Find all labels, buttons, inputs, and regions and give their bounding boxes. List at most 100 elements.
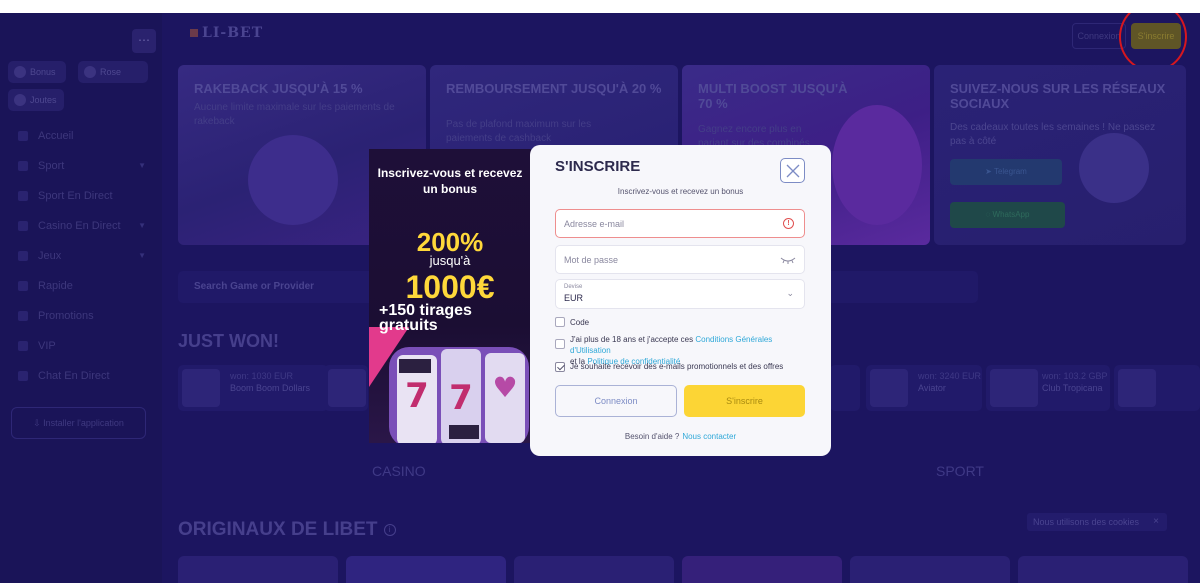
game-thumbnail (328, 369, 366, 407)
password-field (555, 245, 805, 274)
promo-emails-label: Je souhaite recevoir des e-mails promoti… (570, 362, 784, 371)
contact-link[interactable]: Nous contacter (682, 432, 736, 441)
chevron-down-icon: ⌄ (786, 288, 794, 298)
signup-submit-button[interactable]: S'inscrire (684, 385, 805, 417)
sidebar-item-casino-live[interactable]: Casino En Direct ▼ (14, 215, 154, 245)
win-card[interactable] (830, 365, 860, 411)
win-card[interactable] (324, 365, 368, 411)
home-icon (18, 131, 28, 141)
banner-title: SUIVEZ-NOUS SUR LES RÉSEAUX SOCIAUX (950, 81, 1166, 111)
casino-icon (18, 221, 28, 231)
promo-up-to: jusqu'à (429, 253, 471, 268)
sidebar-chip-rose[interactable]: Rose (78, 61, 148, 83)
site-logo[interactable]: LI-BET (190, 25, 263, 41)
info-icon[interactable]: i (383, 523, 396, 536)
currency-select[interactable]: Devise EUR ⌄ (555, 279, 805, 309)
whatsapp-icon: ◌ (985, 210, 993, 219)
sport-icon (18, 161, 28, 171)
banner-social[interactable]: SUIVEZ-NOUS SUR LES RÉSEAUX SOCIAUX Des … (934, 65, 1186, 245)
lightning-icon (18, 281, 28, 291)
error-icon: ! (783, 218, 794, 229)
currency-value: EUR (564, 293, 584, 303)
game-card[interactable] (514, 556, 674, 583)
sidebar-collapse-button[interactable]: ⋯ (132, 29, 156, 53)
tab-sport[interactable]: SPORT (936, 463, 984, 479)
promo-free-spins: +150 tirages gratuits (379, 302, 472, 334)
win-card[interactable]: won: 3240 EUR Aviator (866, 365, 982, 411)
banner-art (248, 135, 338, 225)
gift-icon (18, 311, 28, 321)
sidebar-item-vip[interactable]: VIP (14, 335, 154, 365)
promo-amount: 1000€ (405, 269, 495, 305)
banner-text: Pas de plafond maximum sur les paiements… (446, 119, 592, 144)
promo-emails-checkbox[interactable] (555, 362, 565, 372)
sidebar-item-chat[interactable]: Chat En Direct (14, 365, 154, 395)
email-input[interactable] (564, 210, 774, 237)
sidebar-item-sport[interactable]: Sport ▼ (14, 155, 154, 185)
live-icon (18, 191, 28, 201)
win-card[interactable]: won: 1030 EUR Boom Boom Dollars (178, 365, 328, 411)
rose-icon (84, 66, 96, 78)
whatsapp-button[interactable]: ◌ WhatsApp (950, 202, 1065, 228)
section-title-originaux: ORIGINAUX DE LIBET i (178, 519, 396, 541)
game-card[interactable] (850, 556, 1010, 583)
svg-text:7: 7 (449, 378, 473, 418)
close-button[interactable] (780, 158, 805, 183)
tab-casino[interactable]: CASINO (372, 463, 426, 479)
joutes-icon (14, 94, 26, 106)
game-thumbnail (182, 369, 220, 407)
games-icon (18, 251, 28, 261)
sidebar-item-promotions[interactable]: Promotions (14, 305, 154, 335)
sidebar: ⋯ Bonus Rose Joutes Accueil Sport ▼ Sport… (0, 13, 162, 583)
signup-promo-panel: Inscrivez-vous et recevez un bonus 200% … (369, 149, 531, 443)
sidebar-item-accueil[interactable]: Accueil (14, 125, 154, 155)
telegram-icon: ➤ (985, 167, 994, 176)
chevron-down-icon: ▼ (138, 221, 146, 230)
chevron-down-icon: ▼ (138, 161, 146, 170)
game-thumbnail (870, 369, 908, 407)
telegram-button[interactable]: ➤ Telegram (950, 159, 1062, 185)
banner-art (832, 105, 922, 225)
banner-title: MULTI BOOST JUSQU'À 70 % (698, 81, 848, 111)
terms-checkbox[interactable] (555, 339, 565, 349)
close-icon[interactable]: × (1153, 513, 1159, 531)
bonus-icon (14, 66, 26, 78)
red-highlight-circle (1119, 13, 1187, 72)
just-won-title: JUST WON! (178, 331, 279, 351)
flag-icon (190, 29, 198, 37)
crown-icon (18, 341, 28, 351)
sidebar-chip-joutes[interactable]: Joutes (8, 89, 64, 111)
modal-subtitle: Inscrivez-vous et recevez un bonus (617, 187, 744, 196)
email-field: ! (555, 209, 805, 238)
game-card[interactable] (682, 556, 842, 583)
game-thumbnail (1118, 369, 1156, 407)
win-card[interactable] (1114, 365, 1200, 411)
slot-machine-icon: 7 7 ♥ (369, 327, 529, 443)
modal-title: S'INSCRIRE (555, 158, 641, 175)
sidebar-item-rapide[interactable]: Rapide (14, 275, 154, 305)
sidebar-item-sport-live[interactable]: Sport En Direct (14, 185, 154, 215)
code-checkbox[interactable] (555, 317, 565, 327)
header-login-button[interactable]: Connexion (1072, 23, 1126, 49)
chevron-down-icon: ▼ (138, 251, 146, 260)
sidebar-chip-bonus[interactable]: Bonus (8, 61, 66, 83)
game-card[interactable] (178, 556, 338, 583)
download-icon: ⇩ (33, 418, 44, 428)
sidebar-item-jeux[interactable]: Jeux ▼ (14, 245, 154, 275)
win-card[interactable]: won: 103.2 GBP Club Tropicana (986, 365, 1110, 411)
login-button[interactable]: Connexion (555, 385, 677, 417)
banner-title: REMBOURSEMENT JUSQU'À 20 % (446, 81, 662, 96)
currency-label: Devise (564, 284, 583, 290)
password-input[interactable] (564, 246, 774, 273)
install-app-button[interactable]: ⇩ Installer l'application (11, 407, 146, 439)
help-line: Besoin d'aide ? Nous contacter (624, 432, 737, 441)
signup-modal: S'INSCRIRE Inscrivez-vous et recevez un … (530, 145, 831, 456)
game-card[interactable] (346, 556, 506, 583)
banner-text: Des cadeaux toutes les semaines ! Ne pas… (950, 122, 1156, 147)
game-card[interactable] (1018, 556, 1188, 583)
banner-text: Aucune limite maximale sur les paiements… (194, 102, 395, 127)
promo-heading: Inscrivez-vous et recevez un bonus (377, 166, 523, 196)
eye-closed-icon[interactable] (780, 256, 796, 264)
banner-title: RAKEBACK JUSQU'À 15 % (194, 81, 363, 96)
close-icon (786, 164, 800, 178)
